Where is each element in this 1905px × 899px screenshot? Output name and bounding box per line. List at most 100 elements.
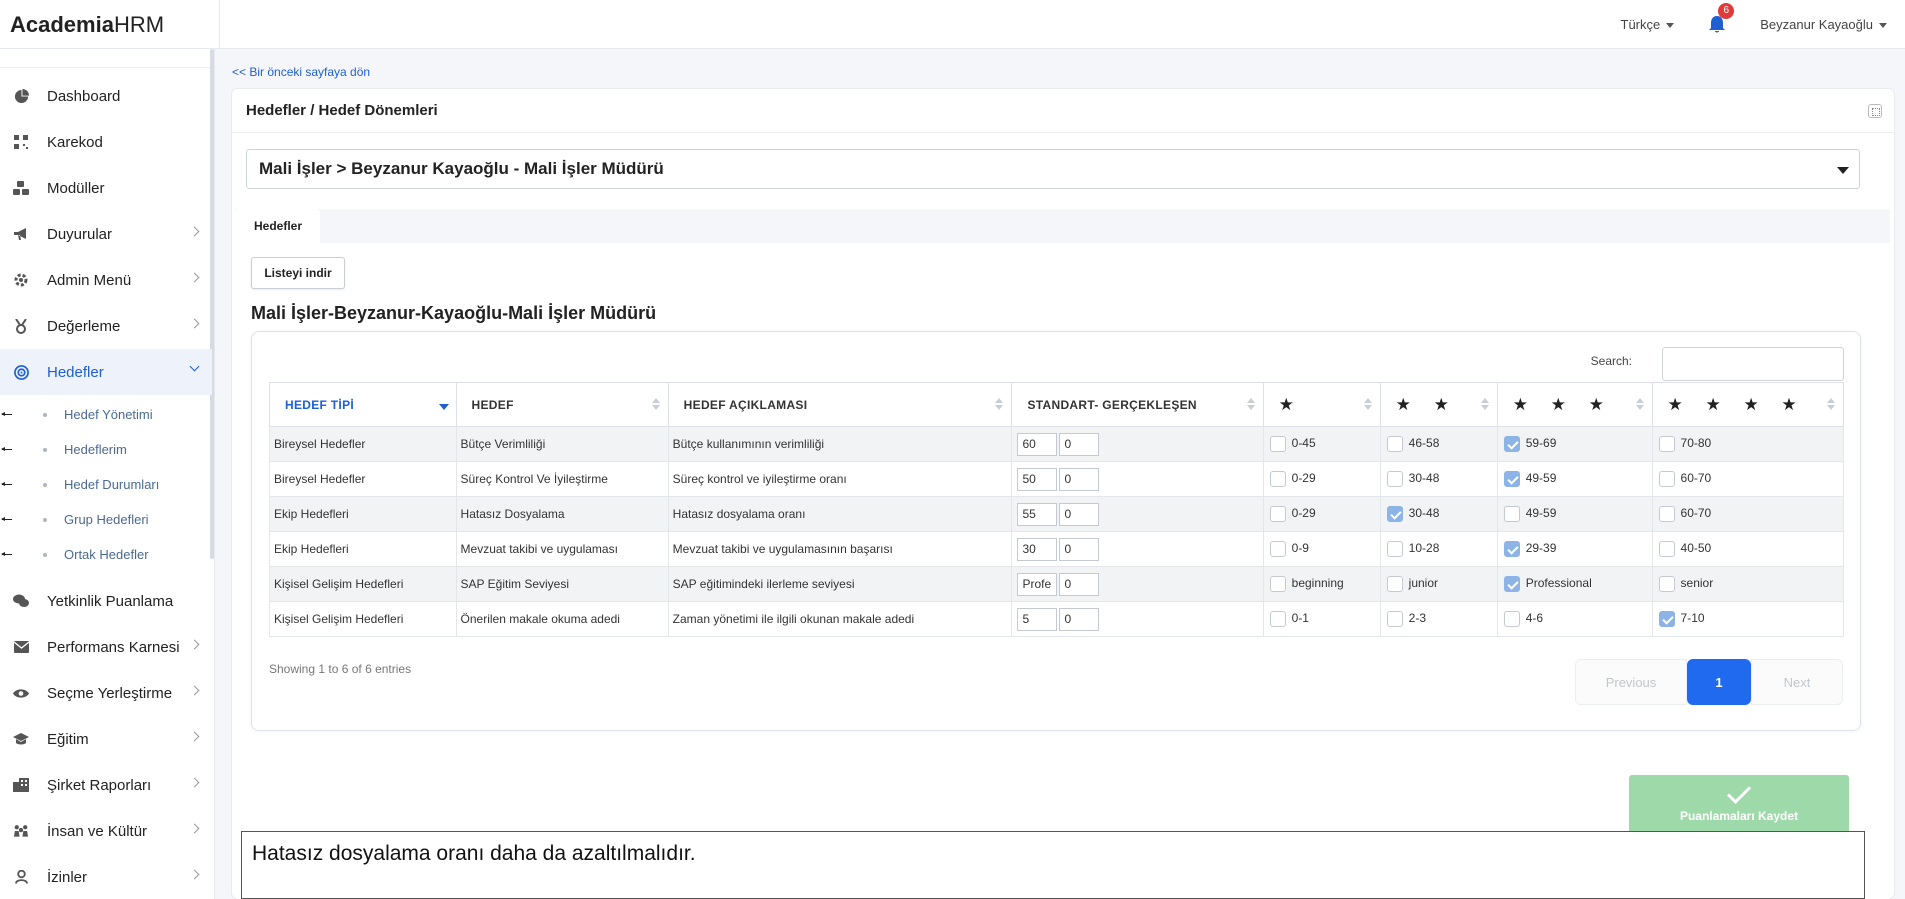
rating-checkbox[interactable] [1386, 576, 1403, 592]
card-header: Hedefler / Hedef Dönemleri [232, 89, 1894, 133]
actual-input[interactable]: 0 [1059, 537, 1100, 561]
brand-light: HRM [113, 11, 165, 37]
language-dropdown[interactable]: Türkçe [1621, 17, 1675, 32]
rating-checkbox[interactable] [1269, 436, 1286, 452]
back-link[interactable]: << Bir önceki sayfaya dön [232, 65, 370, 79]
rating-checkbox[interactable] [1658, 506, 1675, 522]
sidebar-item-secme-yerlestirme[interactable]: Seçme Yerleştirme [0, 670, 212, 716]
sidebar-item-dashboard[interactable]: Dashboard [0, 73, 212, 119]
subitem-ortak-hedefler[interactable]: Ortak Hedefler [0, 537, 212, 572]
standard-input[interactable]: 55 [1017, 502, 1058, 526]
column-header-hedef[interactable]: HEDEF [455, 382, 669, 427]
rating-range-label: 49-59 [1525, 506, 1557, 521]
rating-checkbox[interactable] [1658, 611, 1675, 627]
user-menu[interactable]: Beyzanur Kayaoğlu [1760, 17, 1887, 32]
rating-checkbox[interactable] [1658, 576, 1675, 592]
actual-input[interactable]: 0 [1059, 502, 1100, 526]
sidebar-item-moduller[interactable]: Modüller [0, 165, 212, 211]
page-1-button[interactable]: 1 [1687, 659, 1751, 705]
rating-checkbox[interactable] [1503, 436, 1520, 452]
cell-goal-type: Kişisel Gelişim Hedefleri [269, 601, 457, 637]
rating-checkbox[interactable] [1269, 471, 1286, 487]
sidebar: Dashboard Karekod Modüller Duyurular Adm… [0, 49, 215, 899]
sidebar-item-hedefler[interactable]: Hedefler [0, 349, 212, 395]
standard-input[interactable]: Profe [1017, 572, 1058, 596]
rating-checkbox[interactable] [1386, 436, 1403, 452]
column-header-standart-gerceklesen[interactable]: STANDART- GERÇEKLEŞEN [1011, 382, 1264, 427]
sidebar-item-izinler[interactable]: İzinler [0, 854, 212, 899]
cell-rating-3: 49-59 [1496, 496, 1653, 532]
column-header-4-star[interactable]: ★ ★ ★ ★ [1651, 382, 1845, 427]
goals-table-panel: Search: HEDEF TİPİ HEDEF HEDEF AÇIKLAMAS… [251, 331, 1861, 731]
rating-checkbox[interactable] [1386, 611, 1403, 627]
rating-checkbox[interactable] [1503, 471, 1520, 487]
actual-input[interactable]: 0 [1059, 572, 1100, 596]
brand-logo[interactable]: Academia HRM [0, 0, 220, 49]
column-header-3-star[interactable]: ★ ★ ★ [1496, 382, 1653, 427]
sidebar-item-label: Değerleme [47, 317, 121, 335]
pie-chart-icon [13, 88, 29, 104]
sidebar-item-egitim[interactable]: Eğitim [0, 716, 212, 762]
cell-rating-2: 46-58 [1379, 426, 1498, 462]
rating-checkbox[interactable] [1658, 436, 1675, 452]
actual-input[interactable]: 0 [1059, 432, 1100, 456]
rating-checkbox[interactable] [1503, 506, 1520, 522]
column-header-2-star[interactable]: ★ ★ [1379, 382, 1498, 427]
standard-input[interactable]: 5 [1017, 607, 1058, 631]
rating-checkbox[interactable] [1386, 541, 1403, 557]
gear-icon [13, 272, 29, 288]
sidebar-item-degerleme[interactable]: Değerleme [0, 303, 212, 349]
bullet-icon [43, 482, 47, 487]
rating-checkbox[interactable] [1269, 576, 1286, 592]
brand-bold: Academia [10, 11, 114, 37]
column-header-1-star[interactable]: ★ [1262, 382, 1381, 427]
period-select[interactable]: Mali İşler > Beyzanur Kayaoğlu - Mali İş… [246, 149, 1860, 189]
rating-range-label: 49-59 [1525, 471, 1557, 486]
standard-input[interactable]: 60 [1017, 432, 1058, 456]
sidebar-item-admin-menu[interactable]: Admin Menü [0, 257, 212, 303]
sidebar-item-duyurular[interactable]: Duyurular [0, 211, 212, 257]
subitem-hedef-yonetimi[interactable]: Hedef Yönetimi [0, 397, 212, 432]
subitem-hedeflerim[interactable]: Hedeflerim [0, 432, 212, 467]
rating-checkbox[interactable] [1503, 611, 1520, 627]
sidebar-item-sirket-raporlari[interactable]: Şirket Raporları [0, 762, 212, 808]
column-header-hedef-aciklamasi[interactable]: HEDEF AÇIKLAMASI [667, 382, 1013, 427]
subitem-hedef-durumlari[interactable]: Hedef Durumları [0, 467, 212, 502]
rating-checkbox[interactable] [1386, 506, 1403, 522]
rating-checkbox[interactable] [1658, 471, 1675, 487]
tab-hedefler[interactable]: Hedefler [236, 209, 320, 243]
save-ratings-button[interactable]: Puanlamaları Kaydet [1629, 775, 1849, 837]
sidebar-item-label: Şirket Raporları [47, 776, 152, 794]
rating-checkbox[interactable] [1658, 541, 1675, 557]
subitem-grup-hedefleri[interactable]: Grup Hedefleri [0, 502, 212, 537]
sidebar-item-insan-ve-kultur[interactable]: İnsan ve Kültür [0, 808, 212, 854]
rating-checkbox[interactable] [1503, 576, 1520, 592]
rating-checkbox[interactable] [1503, 541, 1520, 557]
column-header-hedef-tipi[interactable]: HEDEF TİPİ [269, 382, 457, 427]
rating-checkbox[interactable] [1269, 541, 1286, 557]
envelope-icon [13, 639, 29, 655]
top-right-controls: Türkçe 6 Beyzanur Kayaoğlu [1621, 0, 1887, 49]
comments-icon [13, 593, 29, 609]
rating-checkbox[interactable] [1386, 471, 1403, 487]
cell-standard-actual: 30 0 [1011, 531, 1264, 567]
sidebar-item-performans-karnesi[interactable]: Performans Karnesi [0, 624, 212, 670]
sidebar-item-yetkinlik-puanlama[interactable]: Yetkinlik Puanlama [0, 578, 212, 624]
rating-checkbox[interactable] [1269, 506, 1286, 522]
sidebar-item-label: İnsan ve Kültür [47, 822, 148, 840]
sidebar-item-label: Performans Karnesi [47, 638, 180, 656]
rating-checkbox[interactable] [1269, 611, 1286, 627]
notification-bell[interactable]: 6 [1708, 2, 1735, 35]
comment-textarea[interactable]: Hatasız dosyalama oranı daha da azaltılm… [241, 831, 1865, 899]
next-page-button[interactable]: Next [1751, 659, 1843, 705]
previous-page-button[interactable]: Previous [1575, 659, 1687, 705]
actual-input[interactable]: 0 [1059, 467, 1100, 491]
top-bar: Academia HRM Türkçe 6 Beyzanur Kayaoğlu [0, 0, 1905, 49]
standard-input[interactable]: 30 [1017, 537, 1058, 561]
search-input[interactable] [1662, 347, 1844, 381]
download-list-button[interactable]: Listeyi indir [251, 257, 345, 289]
fullscreen-icon[interactable] [1868, 104, 1882, 118]
sidebar-item-karekod[interactable]: Karekod [0, 119, 212, 165]
standard-input[interactable]: 50 [1017, 467, 1058, 491]
actual-input[interactable]: 0 [1059, 607, 1100, 631]
